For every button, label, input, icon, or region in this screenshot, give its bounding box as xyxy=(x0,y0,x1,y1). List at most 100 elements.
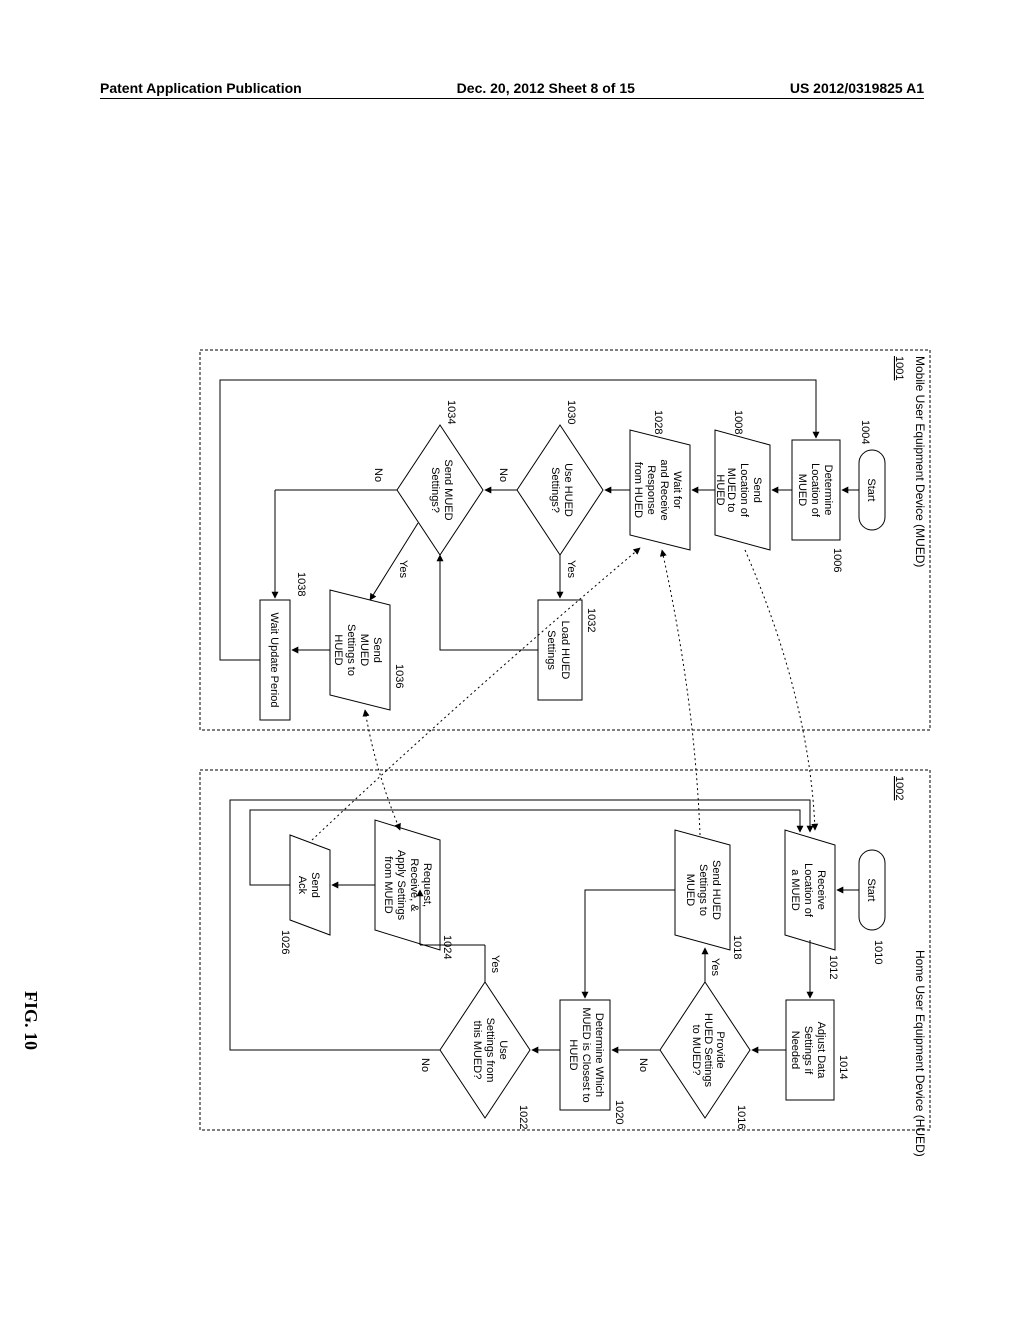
svg-text:Settings from: Settings from xyxy=(484,1018,496,1083)
svg-text:MUED: MUED xyxy=(358,634,370,666)
svg-text:Settings?: Settings? xyxy=(549,467,561,513)
hued-panel-title: Home User Equipment Device (HUED) xyxy=(913,950,927,1157)
node-send-mued-q-1034: Send MUED Settings? 1034 xyxy=(397,400,483,555)
mued-panel-ref: 1001 xyxy=(893,356,905,380)
hued-panel-ref: 1002 xyxy=(893,776,905,800)
flowchart-svg: Mobile User Equipment Device (MUED) 1001… xyxy=(200,280,930,1150)
svg-text:Use: Use xyxy=(497,1040,509,1060)
node-send-hued-1018: Send HUED Settings to MUED 1018 xyxy=(675,830,743,959)
svg-text:1038: 1038 xyxy=(295,572,307,596)
svg-text:MUED: MUED xyxy=(796,474,808,506)
svg-text:1034: 1034 xyxy=(445,400,457,424)
svg-text:HUED: HUED xyxy=(567,1039,579,1070)
node-use-settings-1022: Use Settings from this MUED? 1022 xyxy=(440,982,530,1129)
node-send-loc-1008: Send Location of MUED to HUED 1008 xyxy=(714,410,770,550)
svg-text:Start: Start xyxy=(865,478,877,501)
svg-text:Wait Update Period: Wait Update Period xyxy=(268,613,280,708)
svg-text:to MUED?: to MUED? xyxy=(690,1025,702,1076)
flowchart-diagram: Mobile User Equipment Device (MUED) 1001… xyxy=(60,280,930,1010)
svg-text:Receive, &: Receive, & xyxy=(408,858,420,912)
svg-text:No: No xyxy=(637,1058,649,1072)
node-wait-response-1028: Wait for and Receive Response from HUED … xyxy=(630,410,690,550)
svg-text:HUED Settings: HUED Settings xyxy=(702,1013,714,1087)
svg-text:Start: Start xyxy=(865,878,877,901)
patent-page: Patent Application Publication Dec. 20, … xyxy=(0,0,1024,1320)
svg-text:Location of: Location of xyxy=(802,863,814,918)
svg-text:and Receive: and Receive xyxy=(658,459,670,520)
mued-panel-title: Mobile User Equipment Device (MUED) xyxy=(913,356,927,567)
svg-text:Yes: Yes xyxy=(709,958,721,976)
svg-text:MUED is Closest to: MUED is Closest to xyxy=(580,1007,592,1102)
page-header: Patent Application Publication Dec. 20, … xyxy=(100,80,924,99)
svg-text:Determine Which: Determine Which xyxy=(593,1013,605,1097)
node-determine-loc-1006: Determine Location of MUED 1006 xyxy=(792,440,843,572)
svg-text:1014: 1014 xyxy=(837,1055,849,1079)
svg-text:No: No xyxy=(419,1058,431,1072)
svg-text:a MUED: a MUED xyxy=(789,869,801,911)
svg-text:No: No xyxy=(497,468,509,482)
svg-text:HUED: HUED xyxy=(714,474,726,505)
node-adjust-data-1014: Adjust Data Settings if Needed 1014 xyxy=(786,1000,849,1100)
svg-text:1036: 1036 xyxy=(393,664,405,688)
svg-text:1030: 1030 xyxy=(565,400,577,424)
svg-text:1020: 1020 xyxy=(613,1100,625,1124)
svg-text:Send MUED: Send MUED xyxy=(442,459,454,520)
svg-text:1006: 1006 xyxy=(831,548,843,572)
svg-text:1018: 1018 xyxy=(731,935,743,959)
header-left: Patent Application Publication xyxy=(100,80,302,96)
svg-text:Send HUED: Send HUED xyxy=(710,860,722,920)
svg-text:Wait for: Wait for xyxy=(671,471,683,509)
svg-text:from HUED: from HUED xyxy=(632,462,644,518)
svg-text:Settings to: Settings to xyxy=(345,624,357,676)
svg-text:1008: 1008 xyxy=(732,410,744,434)
mued-panel: Mobile User Equipment Device (MUED) 1001… xyxy=(200,350,930,730)
svg-text:Settings?: Settings? xyxy=(429,467,441,513)
svg-text:Response: Response xyxy=(645,465,657,515)
svg-text:1004: 1004 xyxy=(859,420,871,444)
svg-text:Use HUED: Use HUED xyxy=(562,463,574,517)
cross-panel-links xyxy=(312,548,815,840)
svg-text:No: No xyxy=(372,468,384,482)
node-start-1004: Start 1004 xyxy=(859,420,885,530)
svg-text:Provide: Provide xyxy=(714,1031,726,1068)
svg-text:HUED: HUED xyxy=(332,634,344,665)
svg-text:Yes: Yes xyxy=(489,955,501,973)
node-use-hued-1030: Use HUED Settings? 1030 xyxy=(517,400,603,555)
svg-text:Send: Send xyxy=(751,477,763,503)
svg-text:1012: 1012 xyxy=(827,955,839,979)
svg-text:Yes: Yes xyxy=(565,560,577,578)
svg-text:Settings: Settings xyxy=(545,630,557,670)
node-send-ack-1026: Send Ack 1026 xyxy=(279,835,330,954)
svg-text:Adjust Data: Adjust Data xyxy=(815,1022,827,1080)
svg-text:Location of: Location of xyxy=(809,463,821,518)
svg-text:1026: 1026 xyxy=(279,930,291,954)
svg-text:Needed: Needed xyxy=(789,1031,801,1070)
node-determine-closest-1020: Determine Which MUED is Closest to HUED … xyxy=(560,1000,625,1124)
node-load-hued-1032: Load HUED Settings 1032 xyxy=(538,600,597,700)
hued-panel: Home User Equipment Device (HUED) 1002 S… xyxy=(200,770,930,1157)
svg-text:Settings if: Settings if xyxy=(802,1026,814,1075)
svg-text:from MUED: from MUED xyxy=(382,856,394,914)
svg-text:Ack: Ack xyxy=(296,876,308,895)
node-receive-loc-1012: Receive Location of a MUED 1012 xyxy=(785,830,839,979)
svg-text:1010: 1010 xyxy=(872,940,884,964)
svg-text:Yes: Yes xyxy=(397,560,409,578)
svg-text:MUED: MUED xyxy=(684,874,696,906)
node-wait-period-1038: Wait Update Period 1038 xyxy=(260,572,307,720)
svg-text:Location of: Location of xyxy=(738,463,750,518)
node-request-apply-1024: Request, Receive, & Apply Settings from … xyxy=(375,820,453,959)
svg-text:Send: Send xyxy=(371,637,383,663)
header-right: US 2012/0319825 A1 xyxy=(790,80,924,96)
node-send-mued-1036: Send MUED Settings to HUED 1036 xyxy=(330,590,405,710)
svg-text:1022: 1022 xyxy=(517,1105,529,1129)
svg-text:Request,: Request, xyxy=(421,863,433,907)
header-center: Dec. 20, 2012 Sheet 8 of 15 xyxy=(457,80,635,96)
svg-text:this MUED?: this MUED? xyxy=(471,1021,483,1080)
svg-text:Load HUED: Load HUED xyxy=(559,621,571,680)
svg-text:Determine: Determine xyxy=(822,465,834,516)
svg-text:1028: 1028 xyxy=(652,410,664,434)
svg-text:Apply Settings: Apply Settings xyxy=(395,850,407,921)
svg-text:Send: Send xyxy=(309,872,321,898)
svg-text:Settings to: Settings to xyxy=(697,864,709,916)
node-provide-1016: Provide HUED Settings to MUED? 1016 xyxy=(660,982,750,1129)
